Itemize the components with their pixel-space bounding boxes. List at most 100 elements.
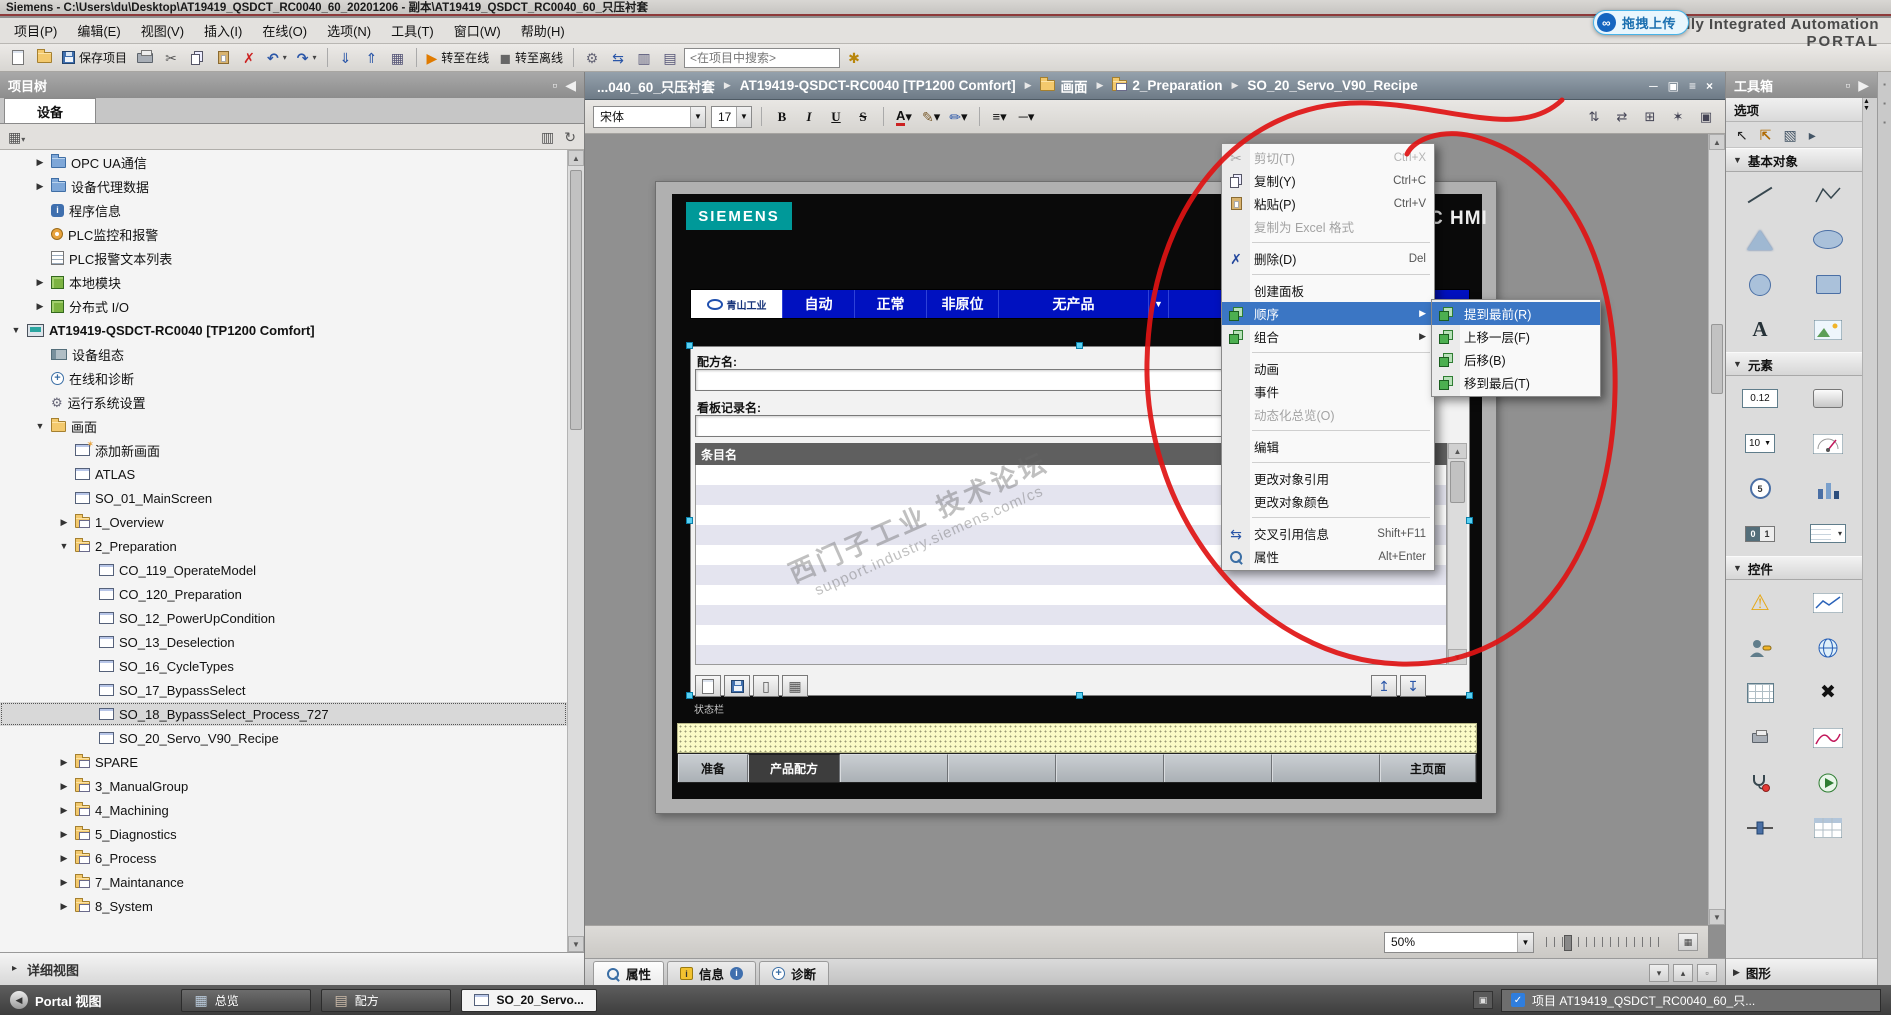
- tree-item[interactable]: ▶ 5_Diagnostics: [0, 822, 567, 846]
- menu-item[interactable]: 工具(T): [381, 17, 444, 44]
- chevron-right-icon[interactable]: ▶: [58, 805, 70, 816]
- graphic-view-tool[interactable]: [1794, 307, 1862, 352]
- context-menu-item[interactable]: 动画: [1222, 357, 1434, 380]
- new-project-button[interactable]: [6, 46, 30, 69]
- chevron-right-icon[interactable]: ▶: [58, 517, 70, 528]
- table-view-tool[interactable]: [1794, 805, 1862, 850]
- menu-item[interactable]: 编辑(E): [67, 17, 130, 44]
- recipe-export-button[interactable]: [695, 675, 721, 697]
- inspector-tab[interactable]: 诊断: [759, 961, 830, 985]
- hmi-screen-tab[interactable]: 产品配方: [748, 754, 840, 782]
- chevron-down-icon[interactable]: ▼: [34, 421, 46, 431]
- delete-button[interactable]: ✗: [237, 46, 261, 69]
- recipe-save-button[interactable]: [724, 675, 750, 697]
- chevron-right-icon[interactable]: ▶: [34, 181, 46, 192]
- chevron-right-icon[interactable]: ▶: [58, 829, 70, 840]
- tree-refresh-icon[interactable]: ↻: [564, 130, 576, 144]
- toolbox-section-header[interactable]: ▼ 元素: [1726, 352, 1877, 376]
- border-color-button[interactable]: ✏ ▾: [947, 106, 969, 128]
- save-project-button[interactable]: 保存项目: [58, 46, 131, 69]
- menu-item[interactable]: 选项(N): [317, 17, 381, 44]
- selection-handle[interactable]: [1466, 517, 1473, 524]
- context-menu-item[interactable]: 复制为 Excel 格式: [1222, 215, 1434, 238]
- context-menu-item[interactable]: 顺序 ▶: [1222, 302, 1434, 325]
- button-tool[interactable]: [1794, 376, 1862, 421]
- bar-tool[interactable]: [1794, 466, 1862, 511]
- chevron-right-icon[interactable]: ▶: [58, 757, 70, 768]
- scroll-down-icon[interactable]: ▼: [1709, 909, 1725, 925]
- style-italic-button[interactable]: I: [798, 106, 820, 128]
- selection-handle[interactable]: [686, 517, 693, 524]
- paste-button[interactable]: [211, 46, 235, 69]
- canvas-scroll-thumb[interactable]: [1711, 324, 1723, 394]
- breadcrumb-item[interactable]: AT19419-QSDCT-RC0040 [TP1200 Comfort]: [740, 78, 1016, 93]
- scroll-up-icon[interactable]: ▲: [1448, 443, 1467, 459]
- trend-view-tool[interactable]: [1794, 580, 1862, 625]
- taskbar-button[interactable]: ▤ 配方: [321, 988, 452, 1012]
- breadcrumb-item[interactable]: ...040_60_只压衬套: [597, 76, 715, 96]
- tree-item[interactable]: ▶ 1_Overview: [0, 510, 567, 534]
- context-menu-item[interactable]: ⇆ 交叉引用信息 Shift+F11: [1222, 522, 1434, 545]
- tree-item[interactable]: i 程序信息: [0, 198, 567, 222]
- selection-handle[interactable]: [1076, 692, 1083, 699]
- html-browser-tool[interactable]: [1794, 625, 1862, 670]
- submenu-item[interactable]: 提到最前(R): [1432, 302, 1600, 325]
- tree-item[interactable]: SO_13_Deselection: [0, 630, 567, 654]
- text-cursor-icon[interactable]: ⇱: [1760, 128, 1772, 142]
- tree-scrollbar[interactable]: ▲ ▼: [567, 150, 584, 952]
- tree-item[interactable]: SO_16_CycleTypes: [0, 654, 567, 678]
- detail-view-bar[interactable]: ▸ 详细视图: [0, 952, 584, 985]
- inspector-tab[interactable]: 属性: [593, 961, 665, 985]
- context-menu-item[interactable]: 组合 ▶: [1222, 325, 1434, 348]
- media-player-tool[interactable]: [1794, 760, 1862, 805]
- user-view-tool[interactable]: [1726, 625, 1794, 670]
- tree-item[interactable]: ▼ 2_Preparation: [0, 534, 567, 558]
- tree-item[interactable]: SO_20_Servo_V90_Recipe: [0, 726, 567, 750]
- marquee-icon[interactable]: ▧: [1783, 128, 1796, 142]
- circle-tool[interactable]: [1726, 262, 1794, 307]
- scroll-up-icon[interactable]: ▲: [1709, 134, 1725, 150]
- format-tool-icon[interactable]: ⊞: [1639, 106, 1661, 128]
- menu-item[interactable]: 窗口(W): [444, 17, 511, 44]
- hmi-screen-tab[interactable]: [1164, 754, 1272, 782]
- project-search-input[interactable]: <在项目中搜索>: [683, 47, 840, 68]
- context-menu-item[interactable]: 复制(Y) Ctrl+C: [1222, 169, 1434, 192]
- chevron-right-icon[interactable]: ▶: [58, 901, 70, 912]
- library-button[interactable]: ✱: [842, 46, 866, 69]
- format-tool-icon[interactable]: ⇄: [1611, 106, 1633, 128]
- date-time-field-tool[interactable]: 5: [1726, 466, 1794, 511]
- taskbar-button[interactable]: SO_20_Servo...: [461, 988, 597, 1012]
- font-color-button[interactable]: A ▾: [893, 106, 915, 128]
- split-vertical-button[interactable]: ▤: [658, 46, 682, 69]
- collapse-panel-icon[interactable]: ◀: [565, 78, 576, 92]
- switch-tool[interactable]: 01: [1726, 511, 1794, 556]
- cut-button[interactable]: ✂: [159, 46, 183, 69]
- polygon-tool[interactable]: [1726, 217, 1794, 262]
- split-horizontal-button[interactable]: ▥: [632, 46, 656, 69]
- tree-item[interactable]: SO_01_MainScreen: [0, 486, 567, 510]
- menu-item[interactable]: 视图(V): [131, 17, 194, 44]
- chevron-down-icon[interactable]: ▼: [10, 325, 22, 335]
- hmi-screen-tab[interactable]: 主页面: [1380, 754, 1476, 782]
- drag-upload-badge[interactable]: ∞ 拖拽上传: [1593, 10, 1690, 35]
- undo-button[interactable]: ↶ ▾: [263, 46, 291, 69]
- tree-item[interactable]: ▼ 画面: [0, 414, 567, 438]
- hmi-screen-tab[interactable]: [840, 754, 948, 782]
- system-diagnostics-tool[interactable]: [1726, 760, 1794, 805]
- breadcrumb-item[interactable]: 2_Preparation: [1112, 77, 1222, 93]
- screen-preview-button[interactable]: ▣: [1473, 991, 1493, 1009]
- symbolic-io-field-tool[interactable]: ▾: [1794, 511, 1862, 556]
- status-force-tool[interactable]: ✖: [1794, 670, 1862, 715]
- tree-item[interactable]: SO_12_PowerUpCondition: [0, 606, 567, 630]
- right-edge-tab-strip[interactable]: ▪ ▪ ▪: [1877, 72, 1891, 985]
- tree-item[interactable]: PLC报警文本列表: [0, 246, 567, 270]
- context-menu-item[interactable]: 属性 Alt+Enter: [1222, 545, 1434, 568]
- recipe-name-input[interactable]: [695, 369, 1247, 391]
- font-size-select[interactable]: 17 ▼: [711, 105, 752, 128]
- style-strike-button[interactable]: S: [852, 106, 874, 128]
- hmi-nav-button[interactable]: 非原位: [927, 290, 999, 318]
- open-project-button[interactable]: [32, 46, 56, 69]
- tree-item[interactable]: ▶ 6_Process: [0, 846, 567, 870]
- scroll-down-icon[interactable]: ▼: [568, 936, 584, 952]
- scroll-up-icon[interactable]: ▲: [1863, 98, 1877, 105]
